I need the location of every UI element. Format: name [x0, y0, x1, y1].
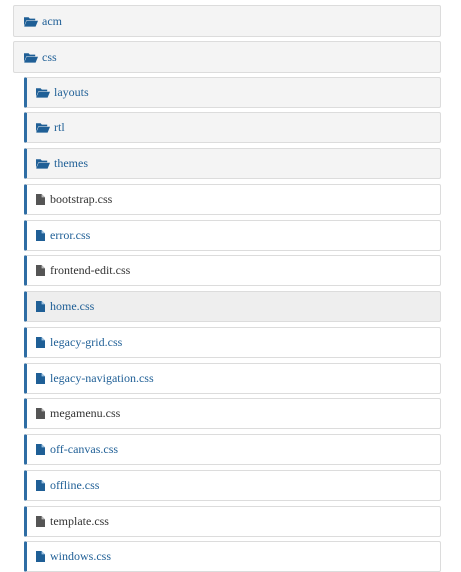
- tree-file-home-css[interactable]: home.css: [24, 291, 441, 322]
- tree-folder-layouts[interactable]: layouts: [24, 77, 441, 108]
- file-icon: [36, 230, 45, 241]
- tree-file-windows-css[interactable]: windows.css: [24, 541, 441, 572]
- file-label: windows.css: [50, 549, 112, 563]
- tree-file-frontend-edit-css[interactable]: frontend-edit.css: [24, 255, 441, 286]
- file-label: off-canvas.css: [50, 442, 119, 456]
- tree-folder-acm[interactable]: acm: [13, 5, 441, 37]
- tree-folder-rtl[interactable]: rtl: [24, 112, 441, 143]
- file-label: megamenu.css: [50, 406, 121, 420]
- tree-file-template-css[interactable]: template.css: [24, 506, 441, 537]
- file-icon: [36, 444, 45, 455]
- folder-open-icon: [36, 87, 50, 98]
- folder-label: layouts: [54, 85, 89, 99]
- file-label: frontend-edit.css: [50, 263, 131, 277]
- tree-file-legacy-navigation-css[interactable]: legacy-navigation.css: [24, 363, 441, 394]
- tree-file-error-css[interactable]: error.css: [24, 220, 441, 251]
- tree-folder-css[interactable]: css: [13, 41, 441, 73]
- file-label: legacy-grid.css: [50, 335, 123, 349]
- folder-label: rtl: [54, 120, 65, 134]
- file-icon: [36, 516, 45, 527]
- folder-label: acm: [42, 13, 62, 28]
- folder-open-icon: [36, 158, 50, 169]
- file-label: offline.css: [50, 478, 100, 492]
- folder-open-icon: [24, 52, 38, 63]
- file-label: template.css: [50, 514, 109, 528]
- file-icon: [36, 301, 45, 312]
- file-label: bootstrap.css: [50, 192, 113, 206]
- file-icon: [36, 337, 45, 348]
- file-label: error.css: [50, 228, 91, 242]
- folder-open-icon: [24, 16, 38, 27]
- tree-file-off-canvas-css[interactable]: off-canvas.css: [24, 434, 441, 465]
- file-icon: [36, 551, 45, 562]
- folder-label: themes: [54, 156, 88, 170]
- folder-open-icon: [36, 122, 50, 133]
- tree-file-megamenu-css[interactable]: megamenu.css: [24, 398, 441, 429]
- file-icon: [36, 480, 45, 491]
- tree-file-legacy-grid-css[interactable]: legacy-grid.css: [24, 327, 441, 358]
- file-icon: [36, 373, 45, 384]
- file-label: home.css: [50, 299, 95, 313]
- tree-file-offline-css[interactable]: offline.css: [24, 470, 441, 501]
- tree-folder-themes[interactable]: themes: [24, 148, 441, 179]
- tree-file-bootstrap-css[interactable]: bootstrap.css: [24, 184, 441, 215]
- file-icon: [36, 265, 45, 276]
- file-label: legacy-navigation.css: [50, 371, 154, 385]
- folder-label: css: [42, 49, 57, 64]
- file-icon: [36, 408, 45, 419]
- file-icon: [36, 194, 45, 205]
